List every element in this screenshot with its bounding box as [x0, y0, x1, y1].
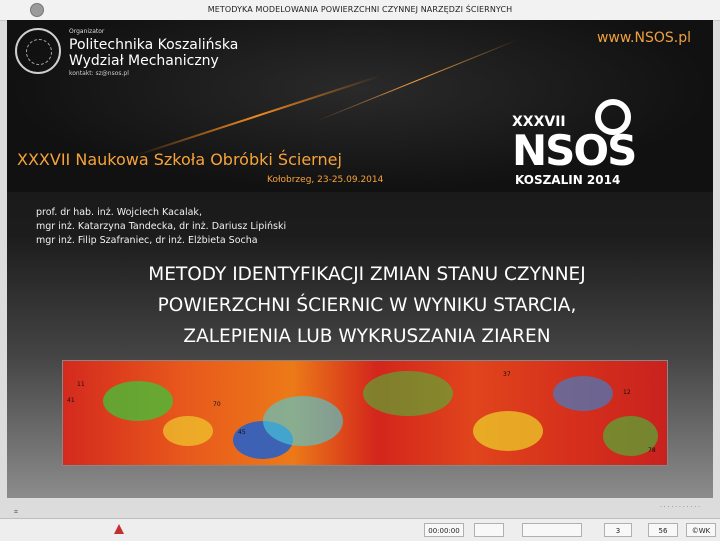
university-seal-icon	[15, 28, 61, 74]
city-year: KOSZALIN 2014	[515, 173, 621, 187]
map-region-label: 11	[77, 381, 85, 388]
author-line: prof. dr hab. inż. Wojciech Kacalak,	[36, 207, 202, 218]
nsos-logo-text: NSOS	[512, 126, 637, 175]
presentation-title: METODY IDENTYFIKACJI ZMIAN STANU CZYNNEJ…	[77, 259, 657, 352]
map-region-label: 41	[67, 397, 75, 404]
authors-list: prof. dr hab. inż. Wojciech Kacalak, mgr…	[36, 206, 286, 248]
status-field	[522, 523, 582, 537]
school-title: XXXVII Naukowa Szkoła Obróbki Ściernej	[17, 150, 342, 169]
slide-footnote-decoration: · · · · · · · · · · ·	[659, 504, 700, 511]
map-region-label: 12	[623, 389, 631, 396]
author-line: mgr inż. Katarzyna Tandecka, dr inż. Dar…	[36, 221, 287, 232]
current-page-number[interactable]: 3	[604, 523, 632, 537]
presentation-status-bar: 00:00:00 3 56 ©WK	[0, 518, 720, 541]
map-region-label: 70	[213, 401, 221, 408]
window-title: METODYKA MODELOWANIA POWIERZCHNI CZYNNEJ…	[207, 5, 513, 14]
slide-canvas: Organizator Politechnika Koszalińska Wyd…	[7, 20, 713, 498]
total-page-count: 56	[648, 523, 678, 537]
organizer-name: Politechnika Koszalińska	[69, 37, 239, 53]
elapsed-timer: 00:00:00	[424, 523, 464, 537]
author-line: mgr inż. Filip Szafraniec, dr inż. Elżbi…	[36, 235, 258, 246]
map-region	[263, 396, 343, 446]
map-region	[163, 416, 213, 446]
nsos-logo-ring-icon	[595, 99, 631, 135]
website-url: www.NSOS.pl	[596, 30, 691, 46]
map-region	[553, 376, 613, 411]
organizer-label: Organizator	[69, 28, 105, 35]
map-region	[103, 381, 173, 421]
window-title-bar: METODYKA MODELOWANIA POWIERZCHNI CZYNNEJ…	[0, 0, 720, 21]
map-region	[363, 371, 453, 416]
title-line: METODY IDENTYFIKACJI ZMIAN STANU CZYNNEJ	[148, 264, 586, 285]
map-region-label: 37	[503, 371, 511, 378]
map-region-label: 78	[648, 447, 656, 454]
map-region	[473, 411, 543, 451]
faculty-name: Wydział Mechaniczny	[69, 53, 219, 69]
map-region-label: 45	[238, 429, 246, 436]
status-field	[474, 523, 504, 537]
conference-dates: Kołobrzeg, 23-25.09.2014	[267, 175, 384, 185]
contact-email: kontakt: sz@nsos.pl	[69, 70, 129, 77]
spark-streak-decoration	[314, 38, 520, 123]
surface-height-map: 11 41 70 45 37 12 78	[62, 360, 668, 466]
title-line: POWIERZCHNI ŚCIERNIC W WYNIKU STARCIA,	[157, 295, 577, 316]
title-line: ZALEPIENIA LUB WYKRUSZANIA ZIAREN	[183, 326, 551, 347]
warning-icon[interactable]	[114, 524, 124, 534]
conference-banner: Organizator Politechnika Koszalińska Wyd…	[7, 20, 713, 192]
spark-streak-decoration	[133, 74, 381, 158]
resize-grip-icon[interactable]: ⌗	[14, 508, 24, 516]
copyright-label: ©WK	[686, 523, 716, 537]
